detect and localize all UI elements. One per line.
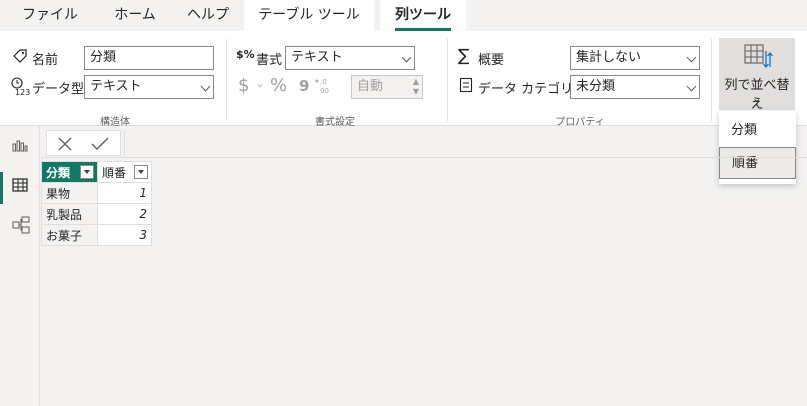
svg-text:00: 00 (320, 87, 329, 94)
chevron-down-icon: ⌄ (752, 92, 762, 105)
datatype-label: データ型 (32, 82, 85, 97)
decimal-places-input[interactable]: 自動 ▲ ▼ (351, 75, 423, 99)
table-row: 乳製品 2 (41, 203, 152, 225)
tag-icon (13, 49, 27, 63)
column-header-category[interactable]: 分類 (41, 161, 98, 183)
spinner-icon: ▲ ▼ (412, 77, 419, 96)
chevron-down-icon: ⌄ (256, 79, 265, 90)
data-table: 分類 順番 果物 1 乳製品 2 お菓子 3 (41, 161, 152, 246)
category-label: データ カテゴリ (478, 82, 574, 97)
category-value: 未分類 (576, 79, 616, 94)
table-row: お菓子 3 (41, 224, 152, 246)
table-row: 果物 1 (41, 182, 152, 204)
cell-order[interactable]: 2 (97, 203, 152, 225)
tab-help[interactable]: ヘルプ (176, 0, 240, 31)
summary-select[interactable]: 集計しない (570, 46, 700, 70)
currency-button[interactable]: $ (238, 75, 249, 96)
tab-home[interactable]: ホーム (100, 0, 170, 31)
chevron-down-icon (401, 52, 412, 63)
summary-value: 集計しない (576, 50, 642, 65)
tab-table-tools[interactable]: テーブル ツール (244, 0, 374, 31)
tab-column-tools[interactable]: 列ツール (380, 0, 466, 31)
comma-button[interactable]: 9 (299, 77, 309, 95)
report-view-icon[interactable] (12, 138, 28, 152)
svg-text:.0: .0 (320, 78, 327, 86)
category-select[interactable]: 未分類 (570, 75, 700, 99)
filter-dropdown-icon[interactable] (80, 165, 94, 179)
filter-dropdown-icon[interactable] (134, 165, 148, 179)
group-separator (226, 39, 227, 121)
formula-separator (124, 130, 125, 156)
svg-text:123: 123 (15, 88, 30, 96)
cell-category[interactable]: 果物 (41, 182, 98, 204)
category-icon (459, 77, 473, 93)
cell-order[interactable]: 3 (97, 224, 152, 246)
cell-category[interactable]: 乳製品 (41, 203, 98, 225)
name-input[interactable]: 分類 (84, 46, 214, 70)
check-icon[interactable] (91, 136, 109, 152)
active-view-marker (0, 172, 3, 204)
sort-by-column-icon (744, 44, 773, 69)
formula-bar (41, 126, 807, 158)
format-select[interactable]: テキスト (285, 46, 415, 70)
ribbon-tabs: ファイル ホーム ヘルプ テーブル ツール 列ツール (0, 0, 807, 31)
format-value: テキスト (291, 50, 343, 65)
group-separator (447, 39, 448, 121)
datatype-select[interactable]: テキスト (84, 75, 214, 99)
name-label: 名前 (32, 53, 59, 68)
format-label: 書式 (256, 53, 283, 68)
chevron-down-icon (200, 81, 211, 92)
summary-label: 概要 (478, 53, 505, 68)
chevron-down-icon (686, 52, 697, 63)
decimal-icon[interactable]: .0 00 (314, 76, 332, 94)
column-header-label: 分類 (46, 165, 71, 180)
tab-file[interactable]: ファイル (10, 0, 90, 31)
ribbon: 名前 分類 123 データ型 テキスト 構造体 $% 書式 テキスト $ ⌄ %… (0, 31, 807, 128)
format-icon: $% (236, 48, 255, 61)
sigma-icon: ∑ (458, 46, 470, 66)
sort-by-column-button[interactable]: 列で並べ替え ⌄ (719, 38, 795, 112)
model-view-icon[interactable] (12, 216, 30, 234)
decimal-places-value: 自動 (357, 79, 384, 94)
column-header-order[interactable]: 順番 (97, 161, 152, 183)
close-icon[interactable] (57, 136, 73, 152)
chevron-down-icon (686, 81, 697, 92)
formula-buttons (46, 130, 121, 156)
view-rail (0, 126, 40, 406)
data-view-icon[interactable] (12, 178, 28, 192)
datatype-icon: 123 (11, 77, 30, 96)
cell-category[interactable]: お菓子 (41, 224, 98, 246)
column-header-label: 順番 (102, 165, 127, 180)
datatype-value: テキスト (90, 79, 142, 94)
group-separator (711, 39, 712, 121)
percent-button[interactable]: % (270, 75, 287, 96)
table-header-row: 分類 順番 (41, 161, 152, 183)
cell-order[interactable]: 1 (97, 182, 152, 204)
